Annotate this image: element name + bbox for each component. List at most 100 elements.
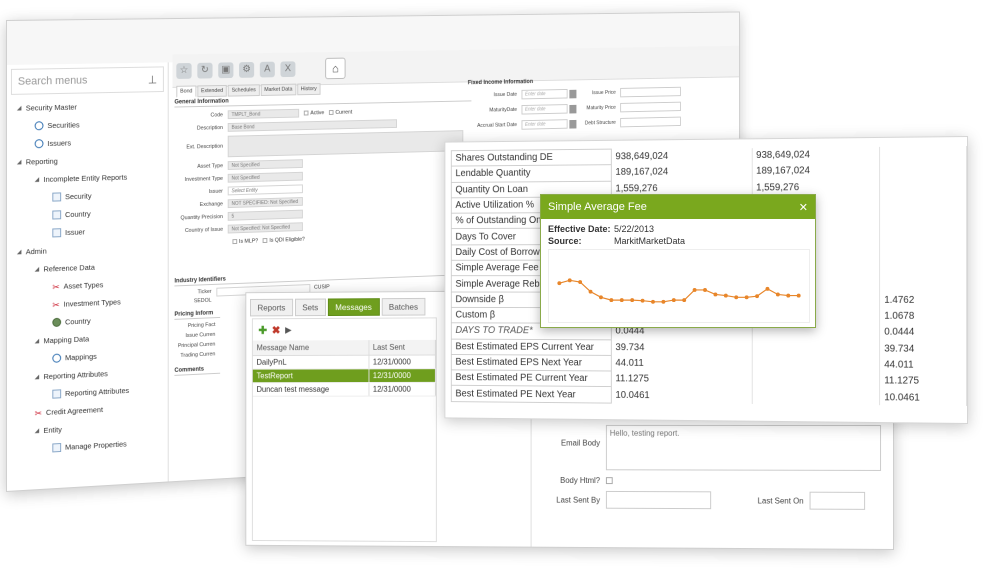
calendar-icon[interactable] (569, 119, 576, 128)
country-of-issue-select[interactable]: Not Specified: Not Specified (228, 222, 303, 233)
tab-sets[interactable]: Sets (295, 299, 326, 317)
add-icon[interactable]: ✚ (258, 324, 267, 337)
data-point[interactable] (745, 295, 749, 299)
issue-date-label: Issue Date (468, 92, 522, 99)
metric-label: Best Estimated PE Next Year (451, 386, 611, 403)
data-point[interactable] (599, 295, 603, 299)
asset-type-label: Asset Type (174, 163, 227, 170)
sidebar-item-label: Investment Types (64, 297, 121, 308)
run-icon[interactable]: ▶ (285, 324, 291, 335)
metric-value (752, 388, 880, 405)
expand-arrow-icon: ◢ (17, 104, 26, 111)
settings-icon[interactable]: ⚙ (239, 61, 254, 77)
sidebar-item-label: Manage Properties (65, 439, 127, 451)
metric-value (880, 227, 967, 244)
quantity-precision-field[interactable]: 5 (228, 210, 303, 221)
issue-price-label: Issue Price (576, 90, 620, 97)
data-point[interactable] (797, 294, 801, 298)
ext-description-field[interactable] (228, 130, 464, 157)
current-checkbox[interactable] (329, 110, 334, 115)
body-html-checkbox[interactable] (606, 477, 613, 484)
metric-row[interactable]: Best Estimated PE Next Year 10.0461 10.046… (451, 386, 966, 407)
is-mlp-checkbox[interactable] (232, 239, 237, 244)
data-point[interactable] (786, 294, 790, 298)
code-field[interactable]: TMPLT_Bond (228, 109, 299, 119)
search-menus-input[interactable]: Search menus ⊥ (11, 66, 164, 95)
data-point[interactable] (766, 287, 770, 291)
is-qdi-checkbox[interactable] (263, 238, 268, 243)
data-point[interactable] (661, 300, 665, 304)
maturity-price-input[interactable] (620, 102, 681, 113)
tab-batches[interactable]: Batches (381, 298, 425, 316)
accrual-start-input[interactable]: Enter date (522, 119, 568, 130)
data-point[interactable] (641, 299, 645, 303)
column-message-name[interactable]: Message Name (253, 340, 369, 355)
data-point[interactable] (734, 295, 738, 299)
data-point[interactable] (568, 278, 572, 282)
close-icon[interactable]: ✕ (799, 201, 808, 214)
data-point[interactable] (609, 298, 613, 302)
expand-arrow-icon: ◢ (35, 373, 44, 380)
tab-bond[interactable]: Bond (176, 85, 196, 97)
issuer-select[interactable]: Select Entity (228, 184, 303, 195)
last-sent-by-field[interactable] (606, 491, 711, 509)
home-icon[interactable]: ⌂ (325, 57, 345, 79)
maturity-date-input[interactable]: Enter date (522, 104, 568, 114)
search-icon (35, 121, 44, 130)
tab-messages[interactable]: Messages (328, 298, 380, 316)
data-point[interactable] (589, 290, 593, 294)
metric-value: 11.1275 (880, 373, 967, 390)
calendar-icon[interactable] (569, 104, 576, 113)
tab-reports[interactable]: Reports (250, 299, 293, 317)
data-point[interactable] (755, 294, 759, 298)
star-icon[interactable]: ☆ (176, 63, 191, 79)
tab-extended[interactable]: Extended (197, 85, 227, 97)
body-html-label: Body Html? (531, 476, 606, 485)
metric-label: Best Estimated EPS Next Year (451, 354, 611, 371)
data-point[interactable] (776, 293, 780, 297)
table-row[interactable]: DailyPnL 12/31/0000 (253, 355, 436, 369)
last-sent-on-field[interactable] (810, 492, 866, 510)
asset-type-select[interactable]: Not Specified (228, 159, 303, 170)
investment-type-select[interactable]: Not Specified (228, 172, 303, 183)
last-sent-by-label: Last Sent By (531, 495, 606, 504)
email-body-textarea[interactable]: Hello, testing report. (606, 425, 881, 471)
pdf-icon[interactable]: A (260, 61, 275, 77)
exchange-select[interactable]: NOT SPECIFIED: Not Specified (228, 197, 303, 208)
exchange-label: Exchange (174, 201, 227, 209)
table-row[interactable]: Duncan test message 12/31/0000 (253, 382, 436, 396)
data-point[interactable] (651, 300, 655, 304)
excel-icon[interactable]: X (280, 61, 295, 77)
comments-title: Comments (174, 366, 220, 376)
column-last-sent[interactable]: Last Sent (369, 340, 436, 355)
delete-icon[interactable]: ✖ (272, 324, 281, 337)
data-point[interactable] (557, 281, 561, 285)
sidebar: Search menus ⊥ ◢ Security Master Securitie… (7, 62, 169, 491)
sidebar-item-label: Mappings (65, 351, 97, 361)
debt-structure-input[interactable] (620, 117, 681, 128)
data-point[interactable] (724, 294, 728, 298)
tab-schedules[interactable]: Schedules (228, 84, 260, 96)
expand-arrow-icon: ◢ (35, 427, 44, 434)
issue-price-input[interactable] (620, 87, 681, 98)
data-point[interactable] (672, 298, 676, 302)
security-tabs: Bond Extended Schedules Market Data Hist… (176, 83, 320, 97)
data-point[interactable] (703, 288, 707, 292)
sidebar-item-label: Reporting Attributes (65, 385, 129, 397)
refresh-icon[interactable]: ↻ (197, 62, 212, 78)
table-row[interactable]: TestReport 12/31/0000 (253, 369, 436, 383)
data-point[interactable] (578, 280, 582, 284)
active-checkbox[interactable] (304, 111, 309, 116)
pin-icon[interactable]: ⊥ (148, 73, 157, 86)
data-point[interactable] (693, 288, 697, 292)
data-point[interactable] (620, 298, 624, 302)
calendar-icon[interactable] (569, 89, 576, 98)
data-point[interactable] (682, 298, 686, 302)
save-icon[interactable]: ▣ (218, 62, 233, 78)
tab-history[interactable]: History (297, 83, 320, 95)
description-field[interactable]: Base Bond (228, 119, 397, 132)
issue-date-input[interactable]: Enter date (522, 89, 568, 99)
data-point[interactable] (630, 298, 634, 302)
tab-market-data[interactable]: Market Data (261, 84, 297, 96)
data-point[interactable] (713, 293, 717, 297)
